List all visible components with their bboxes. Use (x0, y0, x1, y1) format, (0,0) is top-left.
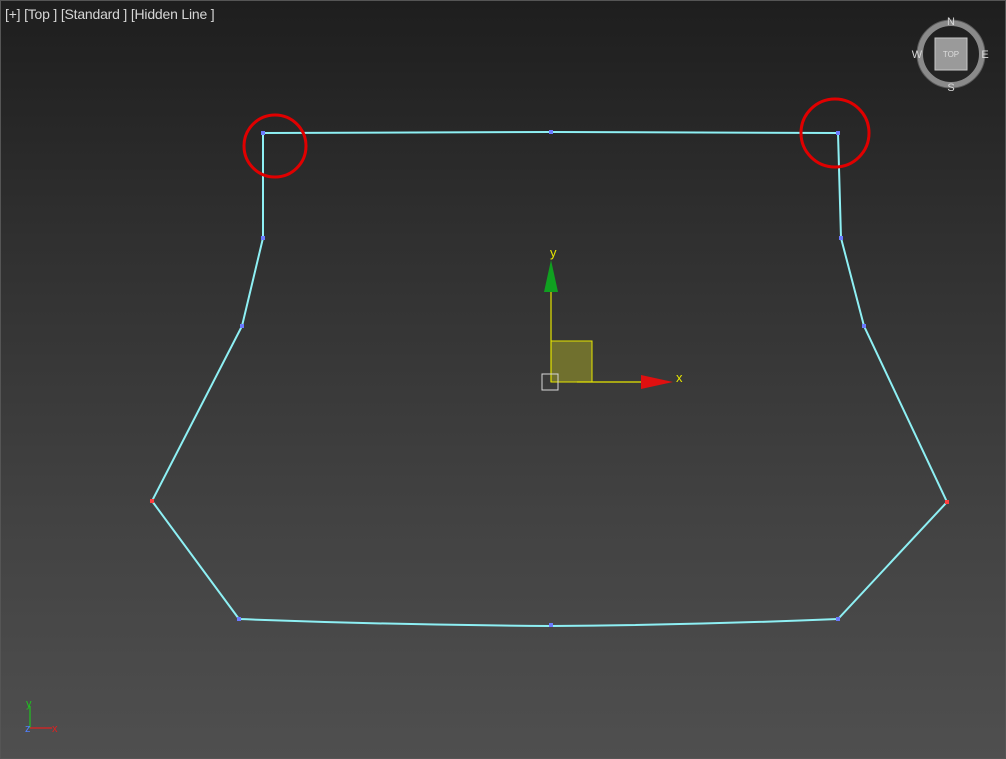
viewcube[interactable]: TOP N S E W (912, 16, 989, 94)
viewport-menu-button[interactable]: [+] (5, 6, 21, 22)
world-axis-y-label: y (26, 698, 32, 710)
vertex[interactable] (261, 131, 265, 135)
highlight-circle-top-left (242, 113, 308, 179)
compass-west[interactable]: W (912, 49, 923, 61)
vertex[interactable] (150, 499, 154, 503)
spline-vertices (150, 130, 949, 627)
vertex[interactable] (836, 131, 840, 135)
compass-south[interactable]: S (947, 82, 954, 94)
vertex[interactable] (839, 236, 843, 240)
vertex[interactable] (261, 236, 265, 240)
world-axis-tripod: y z x (25, 698, 58, 735)
compass-north[interactable]: N (947, 16, 955, 28)
world-axis-x-label: x (52, 723, 58, 735)
viewport-shading-label[interactable]: [Standard ] (61, 6, 127, 22)
compass-east[interactable]: E (981, 49, 988, 61)
vertex[interactable] (945, 500, 949, 504)
gizmo-xy-plane-handle[interactable] (550, 340, 593, 383)
gizmo-y-arrow-icon[interactable] (544, 260, 558, 292)
viewport-label-menu: [+] [Top ] [Standard ] [Hidden Line ] (5, 6, 215, 22)
move-gizmo[interactable]: y x (541, 245, 683, 391)
viewcube-face-label: TOP (943, 50, 959, 59)
gizmo-y-label: y (550, 245, 557, 260)
gizmo-x-arrow-icon[interactable] (641, 375, 673, 389)
viewport-top[interactable]: y x TOP N S E W y z x [+] [Top ] [Standa… (0, 0, 1006, 759)
world-axis-z-label: z (25, 723, 31, 735)
spline-shape[interactable] (150, 130, 949, 628)
vertex[interactable] (240, 324, 244, 328)
gizmo-x-label: x (676, 370, 683, 385)
vertex[interactable] (237, 617, 241, 621)
vertex[interactable] (549, 130, 553, 134)
vertex[interactable] (836, 617, 840, 621)
vertex[interactable] (862, 324, 866, 328)
viewport-view-label[interactable]: [Top ] (24, 6, 57, 22)
viewport-style-label[interactable]: [Hidden Line ] (131, 6, 215, 22)
vertex[interactable] (549, 623, 553, 627)
viewport-scene: y x TOP N S E W y z x (25, 16, 989, 735)
